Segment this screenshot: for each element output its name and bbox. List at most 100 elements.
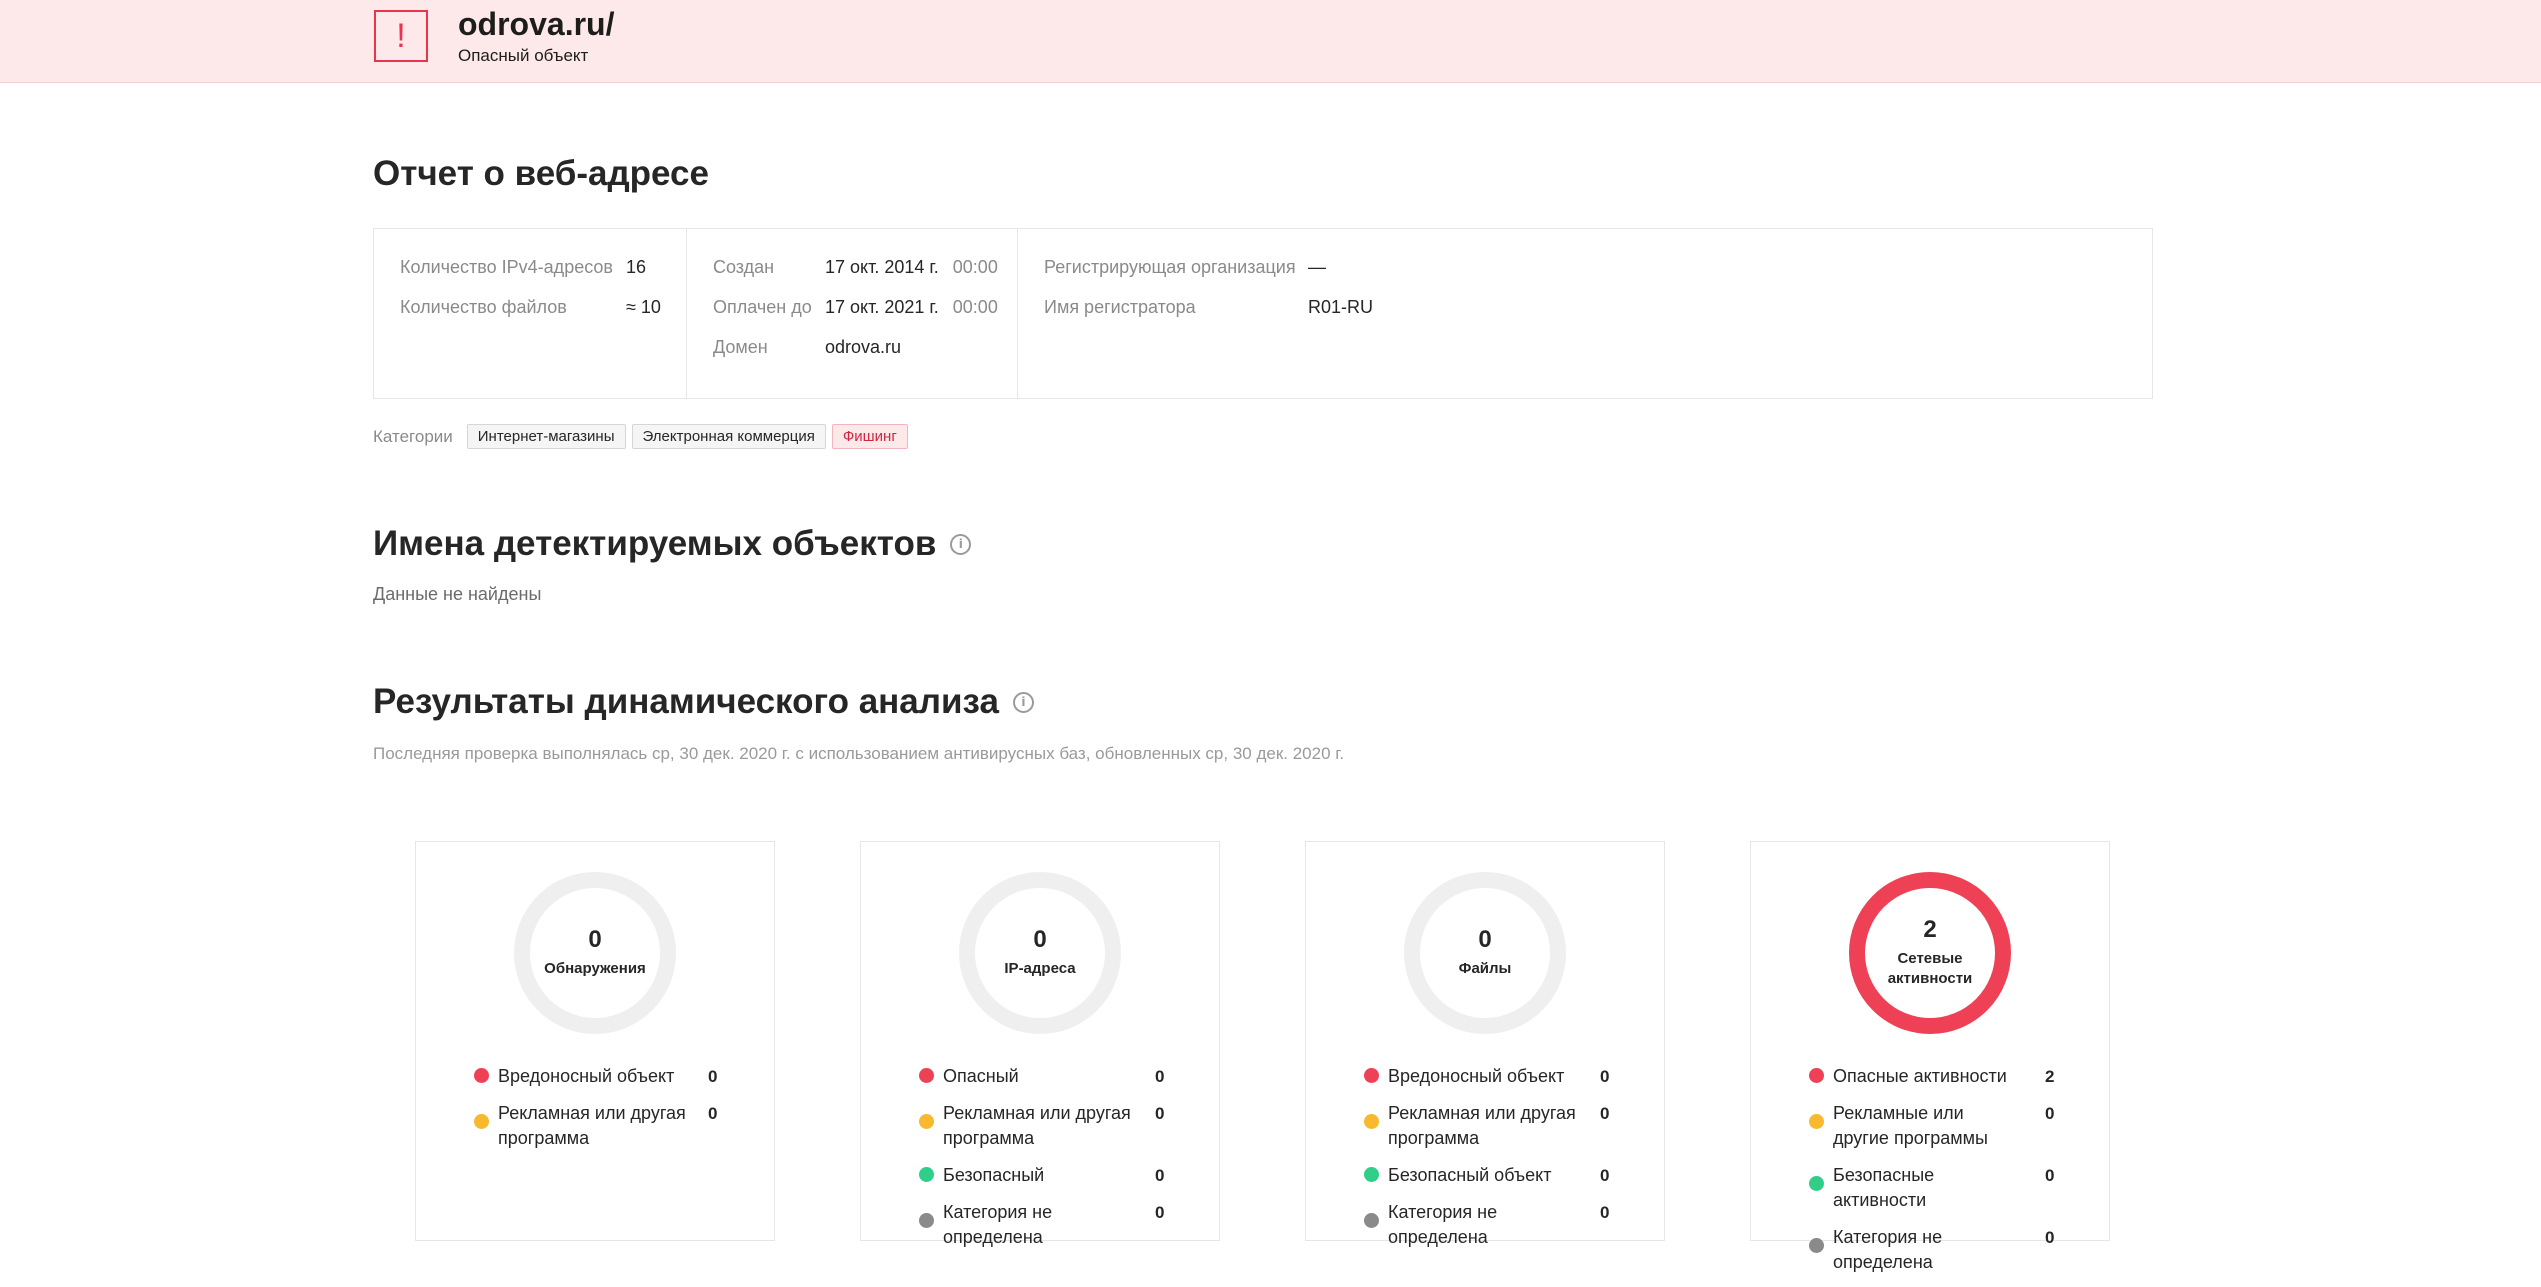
legend: Вредоносный объект 0 Рекламная или друга… bbox=[474, 1064, 764, 1163]
last-check-text: Последняя проверка выполнялась ср, 30 де… bbox=[373, 744, 1345, 763]
dynamic-analysis-heading: Результаты динамического анализа i bbox=[373, 682, 1034, 722]
ring-count: 0 bbox=[588, 926, 602, 953]
red-dot-icon bbox=[919, 1068, 934, 1083]
info-column-dates: Создан 17 окт. 2014 г. 00:00 Оплачен до … bbox=[687, 229, 1018, 398]
info-row-paid-until: Оплачен до 17 окт. 2021 г. 00:00 bbox=[713, 297, 1017, 337]
legend-count: 0 bbox=[1600, 1166, 1610, 1185]
legend-text: Рекламная или другая программа bbox=[1388, 1103, 1576, 1148]
ring-count: 0 bbox=[1033, 926, 1047, 953]
legend-count: 0 bbox=[1600, 1203, 1610, 1222]
info-column-registrar: Регистрирующая организация — Имя регистр… bbox=[1018, 229, 2152, 398]
info-row-files: Количество файлов ≈ 10 bbox=[400, 297, 686, 337]
gray-dot-icon bbox=[919, 1213, 934, 1228]
info-value: — bbox=[1308, 257, 1326, 277]
legend-text: Опасные активности bbox=[1833, 1066, 2007, 1086]
legend-text: Вредоносный объект bbox=[1388, 1066, 1565, 1086]
donut-ring-danger: 2 Сетевые активности bbox=[1849, 872, 2011, 1034]
legend-text: Безопасный bbox=[943, 1165, 1045, 1185]
report-title: Отчет о веб-адресе bbox=[373, 154, 709, 193]
legend-item: Опасный 0 bbox=[919, 1064, 1209, 1089]
legend-text: Безопасный объект bbox=[1388, 1165, 1552, 1185]
legend-count: 0 bbox=[2045, 1166, 2055, 1185]
info-label: Оплачен до bbox=[713, 297, 812, 317]
legend-text: Рекламная или другая программа bbox=[943, 1103, 1131, 1148]
legend-text: Опасный bbox=[943, 1066, 1019, 1086]
legend-count: 0 bbox=[1600, 1104, 1610, 1123]
info-value: 17 окт. 2021 г. bbox=[825, 297, 939, 317]
green-dot-icon bbox=[919, 1167, 934, 1182]
no-data-text: Данные не найдены bbox=[373, 584, 542, 604]
info-label: Домен bbox=[713, 337, 768, 357]
categories-label: Категории bbox=[373, 426, 453, 446]
legend-item: Рекламная или другая программа 0 bbox=[919, 1101, 1209, 1151]
info-label: Регистрирующая организация bbox=[1044, 257, 1296, 277]
ring-label: Обнаружения bbox=[544, 960, 646, 977]
legend-text: Категория не определена bbox=[1388, 1202, 1498, 1247]
info-value: 16 bbox=[626, 257, 647, 277]
info-icon[interactable]: i bbox=[1012, 691, 1034, 713]
green-dot-icon bbox=[1364, 1167, 1379, 1182]
dynamic-analysis-title: Результаты динамического анализа bbox=[373, 682, 999, 721]
legend-item: Вредоносный объект 0 bbox=[474, 1064, 764, 1089]
legend: Вредоносный объект 0 Рекламная или друга… bbox=[1364, 1064, 1654, 1262]
category-tag-phishing[interactable]: Фишинг bbox=[831, 424, 908, 449]
info-row-ipv4: Количество IPv4-адресов 16 bbox=[400, 257, 686, 297]
legend-text: Рекламные или другие программы bbox=[1833, 1103, 1988, 1148]
legend-item: Безопасные активности 0 bbox=[1809, 1163, 2099, 1213]
legend-count: 0 bbox=[1155, 1203, 1165, 1222]
warning-icon: ! bbox=[374, 10, 428, 62]
info-label: Количество файлов bbox=[400, 297, 567, 317]
info-value: 17 окт. 2014 г. bbox=[825, 257, 939, 277]
legend: Опасные активности 2 Рекламные или други… bbox=[1809, 1064, 2099, 1287]
category-tag[interactable]: Электронная коммерция bbox=[631, 424, 826, 449]
info-value: R01-RU bbox=[1308, 297, 1374, 317]
legend-item: Безопасный 0 bbox=[919, 1163, 1209, 1188]
red-dot-icon bbox=[1364, 1068, 1379, 1083]
legend-text: Категория не определена bbox=[1833, 1227, 1943, 1272]
site-status: Опасный объект bbox=[458, 46, 589, 65]
legend-text: Рекламная или другая программа bbox=[498, 1103, 686, 1148]
site-title: odrova.ru/ bbox=[458, 6, 615, 42]
yellow-dot-icon bbox=[919, 1114, 934, 1129]
stat-card-detections: 0 Обнаружения Вредоносный объект 0 Рекла… bbox=[415, 841, 775, 1241]
info-column-counts: Количество IPv4-адресов 16 Количество фа… bbox=[374, 229, 687, 398]
donut-ring: 0 IP-адреса bbox=[959, 872, 1121, 1034]
gray-dot-icon bbox=[1364, 1213, 1379, 1228]
category-tag[interactable]: Интернет-магазины bbox=[466, 424, 626, 449]
donut-ring: 0 Файлы bbox=[1404, 872, 1566, 1034]
ring-count: 2 bbox=[1923, 916, 1937, 943]
danger-banner: ! odrova.ru/ Опасный объект bbox=[0, 0, 2541, 83]
legend: Опасный 0 Рекламная или другая программа… bbox=[919, 1064, 1209, 1262]
green-dot-icon bbox=[1809, 1176, 1824, 1191]
ring-count: 0 bbox=[1478, 926, 1492, 953]
legend-text: Категория не определена bbox=[943, 1202, 1053, 1247]
info-time: 00:00 bbox=[952, 297, 998, 317]
ring-label: Сетевые активности bbox=[1887, 950, 1973, 987]
legend-item: Рекламная или другая программа 0 bbox=[474, 1101, 764, 1151]
yellow-dot-icon bbox=[1364, 1114, 1379, 1129]
info-row-domain: Домен odrova.ru bbox=[713, 337, 1017, 377]
legend-count: 0 bbox=[1155, 1166, 1165, 1185]
legend-item: Опасные активности 2 bbox=[1809, 1064, 2099, 1089]
info-value: ≈ 10 bbox=[626, 297, 661, 317]
info-row-created: Создан 17 окт. 2014 г. 00:00 bbox=[713, 257, 1017, 297]
info-icon[interactable]: i bbox=[950, 533, 972, 555]
info-label: Имя регистратора bbox=[1044, 297, 1196, 317]
info-panel: Количество IPv4-адресов 16 Количество фа… bbox=[373, 228, 2153, 399]
legend-item: Вредоносный объект 0 bbox=[1364, 1064, 1654, 1089]
info-row-registrar-name: Имя регистратора R01-RU bbox=[1044, 297, 2152, 337]
legend-item: Категория не определена 0 bbox=[919, 1200, 1209, 1250]
donut-ring: 0 Обнаружения bbox=[514, 872, 676, 1034]
red-dot-icon bbox=[474, 1068, 489, 1083]
stat-card-files: 0 Файлы Вредоносный объект 0 Рекламная и… bbox=[1305, 841, 1665, 1247]
legend-item: Категория не определена 0 bbox=[1364, 1200, 1654, 1250]
stat-card-ip-addresses: 0 IP-адреса Опасный 0 Рекламная или друг… bbox=[860, 841, 1220, 1247]
legend-count: 0 bbox=[2045, 1104, 2055, 1123]
red-dot-icon bbox=[1809, 1068, 1824, 1083]
legend-item: Безопасный объект 0 bbox=[1364, 1163, 1654, 1188]
legend-count: 0 bbox=[1155, 1067, 1165, 1086]
info-value: odrova.ru bbox=[825, 337, 902, 357]
detected-names-title: Имена детектируемых объектов bbox=[373, 524, 937, 563]
yellow-dot-icon bbox=[1809, 1114, 1824, 1129]
legend-item: Рекламная или другая программа 0 bbox=[1364, 1101, 1654, 1151]
